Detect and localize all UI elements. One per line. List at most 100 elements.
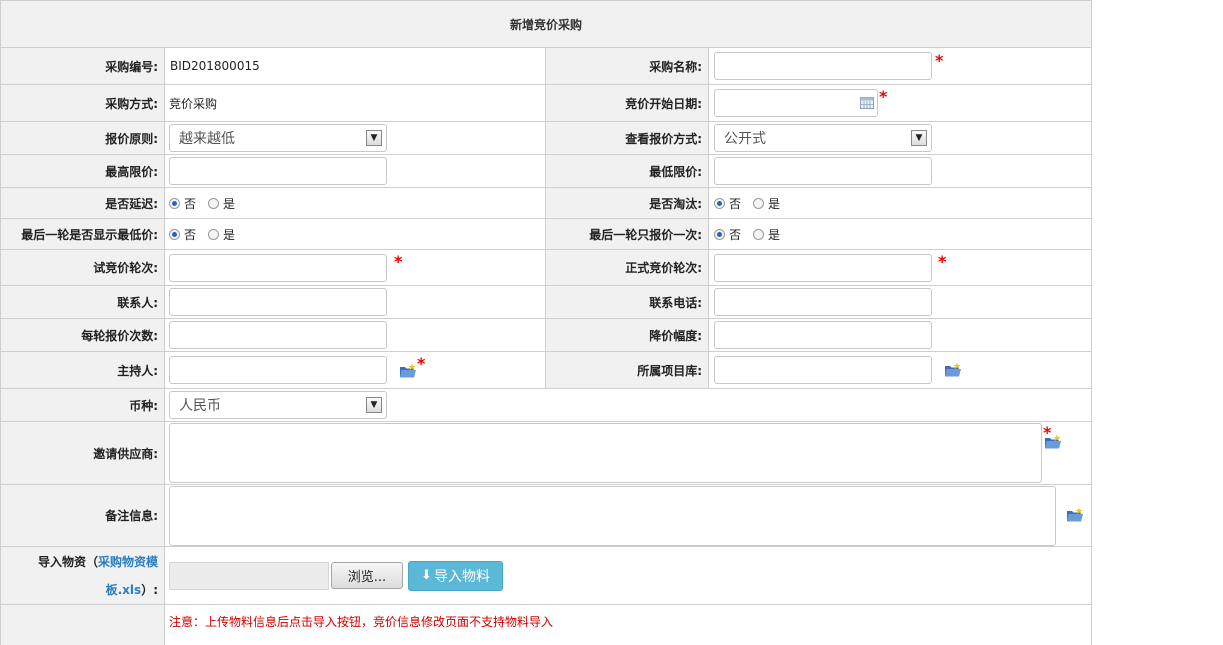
- label-host: 主持人:: [1, 352, 165, 388]
- label-proc-name: 采购名称:: [546, 48, 709, 84]
- import-label-line1: 导入物资（采购物资模: [38, 548, 158, 576]
- import-materials-button[interactable]: ⬇ 导入物料: [408, 560, 503, 591]
- row-delay: 是否延迟: 否 是 是否淘汰: 否 是: [1, 188, 1091, 219]
- value-proc-no-cell: BID201800015: [165, 48, 546, 84]
- min-limit-input[interactable]: [714, 157, 932, 185]
- radio-button[interactable]: [169, 197, 180, 209]
- row-import: 导入物资（采购物资模 板.xls）: 浏览... ⬇ 导入物料: [1, 547, 1091, 605]
- value-proc-method-cell: 竞价采购: [165, 85, 546, 121]
- radio-label: 否: [729, 196, 742, 211]
- host-input[interactable]: [169, 356, 387, 384]
- value-price-drop-cell: [709, 319, 1091, 351]
- trial-rounds-input[interactable]: [169, 253, 387, 282]
- radio-button[interactable]: [753, 228, 765, 240]
- radio-button[interactable]: [208, 197, 220, 209]
- currency-selected: 人民币: [179, 398, 221, 414]
- dropdown-arrow-icon[interactable]: ▼: [911, 130, 927, 146]
- dropdown-arrow-icon[interactable]: ▼: [366, 130, 382, 146]
- label-project-lib: 所属项目库:: [546, 352, 709, 388]
- required-mark: *: [938, 252, 947, 271]
- label-min-limit: 最低限价:: [546, 155, 709, 187]
- quotes-per-round-input[interactable]: [169, 321, 387, 349]
- radio-button[interactable]: [714, 228, 725, 240]
- max-limit-input[interactable]: [169, 157, 387, 185]
- quote-once-radio-no[interactable]: 否: [714, 226, 741, 243]
- row-note: 注意：上传物料信息后点击导入按钮，竞价信息修改页面不支持物料导入: [1, 605, 1091, 645]
- quote-principle-select[interactable]: 越来越低 ▼: [169, 124, 387, 152]
- import-label-prefix: 导入物资（: [37, 554, 98, 569]
- radio-button[interactable]: [753, 197, 765, 209]
- row-quotes: 每轮报价次数: 降价幅度:: [1, 319, 1091, 352]
- label-contact: 联系人:: [1, 286, 165, 318]
- radio-button[interactable]: [714, 197, 725, 209]
- folder-open-icon[interactable]: [1044, 434, 1062, 450]
- label-price-drop: 降价幅度:: [546, 319, 709, 351]
- value-start-date-cell: *: [709, 85, 1091, 121]
- value-view-quote-method-cell: 公开式 ▼: [709, 122, 1091, 154]
- value-proc-name-cell: *: [709, 48, 1091, 84]
- label-view-quote-method: 查看报价方式:: [546, 122, 709, 154]
- proc-method-value: 竞价采购: [169, 96, 218, 111]
- eliminate-radio-yes[interactable]: 是: [753, 195, 780, 212]
- value-trial-rounds-cell: *: [165, 250, 546, 285]
- value-max-limit-cell: [165, 155, 546, 187]
- formal-rounds-input[interactable]: [714, 253, 932, 282]
- folder-open-icon[interactable]: [944, 362, 962, 378]
- required-mark: *: [879, 87, 888, 106]
- radio-label: 否: [729, 227, 742, 242]
- radio-button[interactable]: [208, 228, 220, 240]
- folder-open-icon[interactable]: [399, 363, 417, 379]
- value-formal-rounds-cell: *: [709, 250, 1091, 285]
- value-quotes-per-round-cell: [165, 319, 546, 351]
- value-import-cell: 浏览... ⬇ 导入物料: [165, 547, 1091, 604]
- show-lowest-radio-no[interactable]: 否: [169, 226, 196, 243]
- show-lowest-radio-yes[interactable]: 是: [208, 226, 235, 243]
- value-delay-cell: 否 是: [165, 188, 546, 218]
- contact-input[interactable]: [169, 288, 387, 316]
- value-phone-cell: [709, 286, 1091, 318]
- folder-open-icon[interactable]: [1066, 507, 1084, 523]
- radio-button[interactable]: [169, 228, 180, 240]
- radio-label: 否: [184, 227, 197, 242]
- radio-label: 是: [768, 227, 781, 242]
- project-lib-input[interactable]: [714, 356, 932, 384]
- label-start-date: 竞价开始日期:: [546, 85, 709, 121]
- row-host: 主持人: * 所属项目库:: [1, 352, 1091, 389]
- label-max-limit: 最高限价:: [1, 155, 165, 187]
- price-drop-input[interactable]: [714, 321, 932, 349]
- delay-radio-yes[interactable]: 是: [208, 195, 235, 212]
- label-show-lowest: 最后一轮是否显示最低价:: [1, 219, 165, 249]
- label-proc-no: 采购编号:: [1, 48, 165, 84]
- row-remarks: 备注信息:: [1, 485, 1091, 547]
- radio-label: 是: [768, 196, 781, 211]
- calendar-icon[interactable]: [860, 97, 874, 109]
- label-currency: 币种:: [1, 389, 165, 421]
- eliminate-radio-no[interactable]: 否: [714, 195, 741, 212]
- radio-label: 是: [223, 196, 236, 211]
- browse-button[interactable]: 浏览...: [331, 562, 403, 589]
- view-quote-method-selected: 公开式: [724, 131, 766, 147]
- row-currency: 币种: 人民币 ▼: [1, 389, 1091, 422]
- template-link[interactable]: 采购物资模: [98, 555, 158, 569]
- label-phone: 联系电话:: [546, 286, 709, 318]
- phone-input[interactable]: [714, 288, 932, 316]
- start-date-input[interactable]: [714, 89, 878, 117]
- row-limits: 最高限价: 最低限价:: [1, 155, 1091, 188]
- file-path-field[interactable]: [169, 561, 329, 590]
- view-quote-method-select[interactable]: 公开式 ▼: [714, 124, 932, 152]
- label-delay: 是否延迟:: [1, 188, 165, 218]
- delay-radio-no[interactable]: 否: [169, 195, 196, 212]
- suppliers-textarea[interactable]: [169, 423, 1042, 483]
- value-min-limit-cell: [709, 155, 1091, 187]
- row-proc-method: 采购方式: 竞价采购 竞价开始日期: *: [1, 85, 1091, 122]
- arrow-down-icon: ⬇: [421, 568, 432, 583]
- currency-select[interactable]: 人民币 ▼: [169, 391, 387, 419]
- remarks-textarea[interactable]: [169, 485, 1056, 546]
- quote-once-radio-yes[interactable]: 是: [753, 226, 780, 243]
- quote-principle-selected: 越来越低: [179, 131, 235, 147]
- template-link-cont[interactable]: 板.xls: [106, 583, 142, 597]
- value-host-cell: *: [165, 352, 546, 388]
- dropdown-arrow-icon[interactable]: ▼: [366, 397, 382, 413]
- proc-name-input[interactable]: [714, 52, 932, 80]
- import-label-suffix: ）:: [141, 582, 158, 597]
